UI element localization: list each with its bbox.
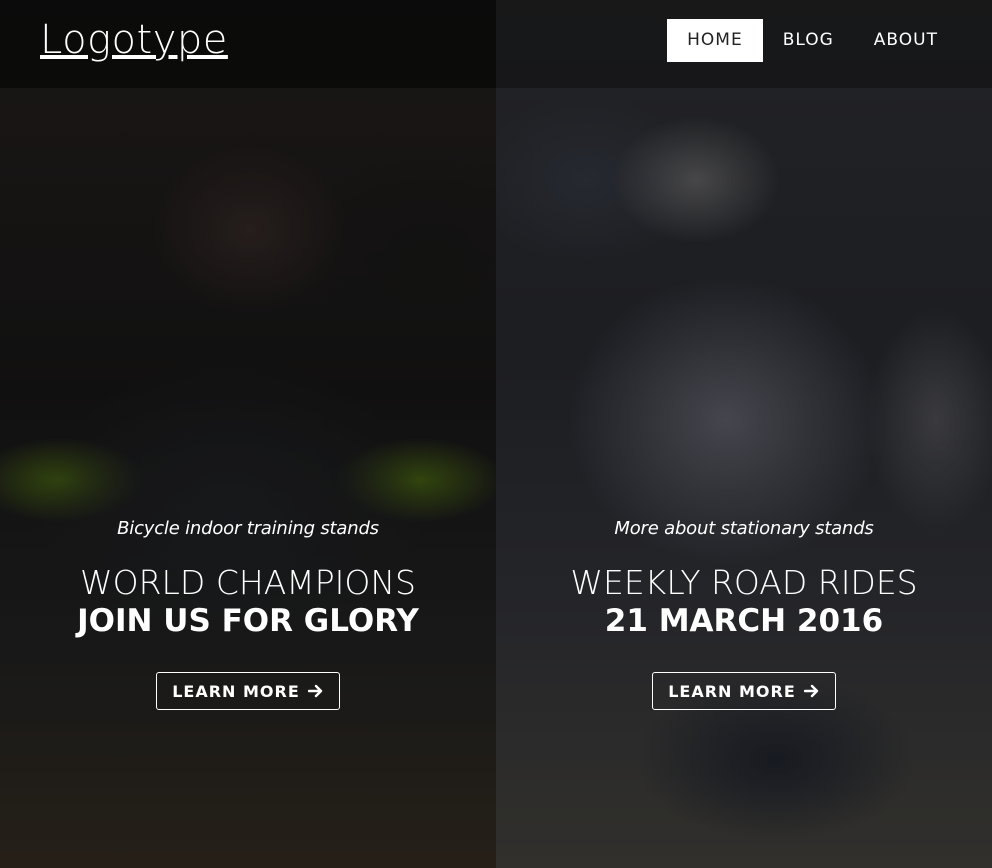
hero-content-right: More about stationary stands WEEKLY ROAD… (496, 518, 992, 711)
arrow-right-icon (307, 685, 322, 698)
hero-panel-right: More about stationary stands WEEKLY ROAD… (496, 0, 992, 868)
hero-panel-left: Bicycle indoor training stands WORLD CHA… (0, 0, 496, 868)
hero-title: WORLD CHAMPIONS (80, 563, 416, 602)
learn-more-button[interactable]: LEARN MORE (156, 672, 340, 711)
hero-title: WEEKLY ROAD RIDES (570, 563, 918, 602)
site-header: Logotype HOME BLOG ABOUT (0, 0, 992, 88)
arrow-right-icon (803, 685, 818, 698)
nav-item-about[interactable]: ABOUT (854, 19, 958, 62)
hero-content-left: Bicycle indoor training stands WORLD CHA… (0, 518, 496, 711)
nav-item-blog[interactable]: BLOG (763, 19, 854, 62)
nav-item-home[interactable]: HOME (667, 19, 763, 62)
hero-kicker: Bicycle indoor training stands (117, 518, 379, 539)
hero-subtitle: 21 MARCH 2016 (604, 603, 884, 640)
main-nav: HOME BLOG ABOUT (667, 19, 958, 62)
logo[interactable]: Logotype (40, 18, 228, 62)
hero-kicker: More about stationary stands (614, 518, 874, 539)
learn-more-label: LEARN MORE (668, 681, 796, 701)
learn-more-label: LEARN MORE (172, 681, 300, 701)
learn-more-button[interactable]: LEARN MORE (652, 672, 836, 711)
hero-subtitle: JOIN US FOR GLORY (77, 603, 419, 640)
